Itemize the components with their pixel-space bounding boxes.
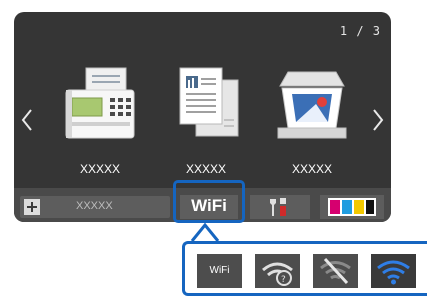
wifi-status-legend: WiFi ? (182, 241, 427, 296)
wifi-unknown-icon: ? (255, 254, 300, 288)
wifi-off-icon (313, 254, 358, 288)
wifi-text-icon: WiFi (197, 254, 242, 288)
svg-text:?: ? (281, 275, 286, 285)
wifi-text-label: WiFi (209, 265, 230, 276)
wifi-connected-icon (371, 254, 416, 288)
